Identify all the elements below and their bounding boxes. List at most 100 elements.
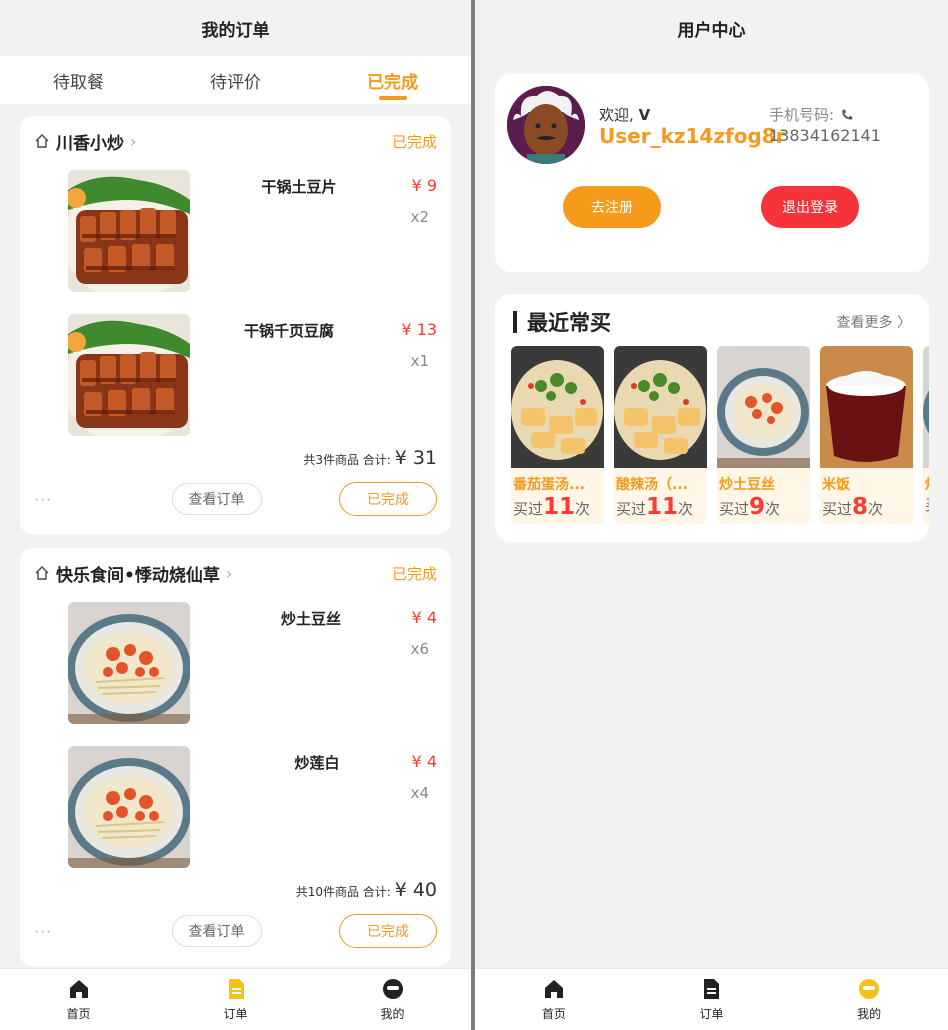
document-icon xyxy=(704,979,720,999)
shop-name: 川香小炒 xyxy=(56,133,124,154)
phone-number: 13834162141 xyxy=(769,126,881,145)
dish-image xyxy=(820,346,913,468)
count-prefix: 买过 xyxy=(719,500,750,518)
dish-image xyxy=(511,346,604,468)
tabbar-home[interactable]: 首页 xyxy=(39,977,119,1022)
tabbar-orders[interactable]: 订单 xyxy=(196,977,276,1022)
bottom-tabbar: 首页 订单 我的 xyxy=(475,968,948,1030)
recent-item[interactable]: 酸辣汤（... 买过11次 xyxy=(614,346,707,524)
order-item: 干锅土豆片 ¥ 9 x2 xyxy=(34,156,437,300)
page-title: 用户中心 xyxy=(475,0,948,56)
recent-item-name: 番茄蛋汤... xyxy=(513,477,585,493)
more-icon[interactable]: ··· xyxy=(34,490,94,509)
dish-price: ¥ 4 xyxy=(411,752,437,771)
recent-item-name: 炒 xyxy=(923,468,929,494)
user-center-screen: 用户中心 欢迎, V User_kz14zfog8r 手机号码: 1383416… xyxy=(475,0,948,1030)
dish-price: ¥ 13 xyxy=(401,320,437,339)
recent-item-count: 买过8次 xyxy=(820,494,913,524)
completed-button[interactable]: 已完成 xyxy=(339,914,437,948)
order-status: 已完成 xyxy=(391,132,437,151)
home-icon xyxy=(69,980,88,998)
tabbar-orders[interactable]: 订单 xyxy=(671,977,751,1022)
dish-image xyxy=(614,346,707,468)
recent-item[interactable]: 米饭 买过8次 xyxy=(820,346,913,524)
recent-list[interactable]: 番茄蛋汤... 买过11次 酸辣汤（... 买过11次 炒土豆丝 买过9次 米饭… xyxy=(511,346,929,524)
count-suffix: 次 xyxy=(868,500,884,518)
logout-button[interactable]: 退出登录 xyxy=(761,186,859,228)
dish-price: ¥ 9 xyxy=(411,176,437,195)
order-item: 干锅千页豆腐 ¥ 13 x1 xyxy=(34,300,437,444)
order-header: 川香小炒 › 已完成 xyxy=(34,126,437,156)
recent-item-name: 酸辣汤（... xyxy=(616,477,688,493)
count-suffix: 次 xyxy=(678,500,694,518)
tabbar-home[interactable]: 首页 xyxy=(514,977,594,1022)
chevron-right-icon: › xyxy=(130,131,137,151)
dish-image[interactable] xyxy=(68,314,190,436)
recent-item-count: 买 xyxy=(923,494,929,519)
count-number: 11 xyxy=(543,494,576,520)
shop-link[interactable]: 川香小炒 › xyxy=(34,129,136,154)
dish-image[interactable] xyxy=(68,602,190,724)
recent-item[interactable]: 炒土豆丝 买过9次 xyxy=(717,346,810,524)
tabbar-label: 订单 xyxy=(699,1007,724,1021)
register-button[interactable]: 去注册 xyxy=(563,186,661,228)
recent-item-name: 炒土豆丝 xyxy=(719,477,775,493)
view-order-button[interactable]: 查看订单 xyxy=(171,483,262,515)
store-icon xyxy=(35,566,49,580)
dish-image[interactable] xyxy=(68,746,190,868)
tabbar-label: 我的 xyxy=(857,1007,882,1021)
view-order-button[interactable]: 查看订单 xyxy=(171,915,262,947)
more-icon[interactable]: ··· xyxy=(34,922,94,941)
tabbar-mine[interactable]: 我的 xyxy=(353,977,433,1022)
dish-quantity: x2 xyxy=(410,208,429,226)
tabbar-mine[interactable]: 我的 xyxy=(829,977,909,1022)
order-list[interactable]: 川香小炒 › 已完成 干锅土豆片 ¥ 9 x2 干锅千页豆腐 ¥ 13 x1 共… xyxy=(0,116,471,968)
page-title: 我的订单 xyxy=(0,0,471,56)
tab-pending-pickup[interactable]: 待取餐 xyxy=(39,56,118,104)
screen: 我的订单 待取餐 待评价 已完成 川香小炒 › 已完成 干锅土豆片 ¥ 9 x2… xyxy=(0,0,948,1030)
tab-pending-review[interactable]: 待评价 xyxy=(196,56,275,104)
recent-item[interactable]: 番茄蛋汤... 买过11次 xyxy=(511,346,604,524)
shop-link[interactable]: 快乐食间•悸动烧仙草 › xyxy=(34,561,232,586)
tabbar-label: 首页 xyxy=(66,1007,91,1021)
recent-header: 最近常买 查看更多 〉 xyxy=(495,294,929,350)
tab-completed[interactable]: 已完成 xyxy=(353,56,432,104)
welcome-prefix: 欢迎, xyxy=(599,106,634,124)
chevron-right-icon: › xyxy=(225,563,233,583)
phone-label-text: 手机号码: xyxy=(769,106,835,124)
dish-image xyxy=(923,346,929,468)
count-prefix: 买过 xyxy=(513,500,544,518)
completed-button[interactable]: 已完成 xyxy=(339,482,437,516)
recent-title: 最近常买 xyxy=(513,307,611,337)
tabbar-label: 首页 xyxy=(541,1007,566,1021)
recent-item-name: 米饭 xyxy=(822,477,850,493)
recent-item-count: 买过9次 xyxy=(717,494,810,524)
welcome-text: 欢迎, V xyxy=(599,104,650,125)
count-prefix: 买 xyxy=(925,496,929,514)
phone-icon xyxy=(842,109,853,120)
store-icon xyxy=(35,134,49,148)
welcome-name: V xyxy=(638,106,651,124)
order-card: 快乐食间•悸动烧仙草 › 已完成 炒土豆丝 ¥ 4 x6 炒莲白 ¥ 4 x4 … xyxy=(20,548,451,966)
user-icon xyxy=(382,979,403,999)
order-summary: 共10件商品 合计: xyxy=(295,885,391,899)
recent-item[interactable]: 炒 买 xyxy=(923,346,929,524)
order-item: 炒莲白 ¥ 4 x4 xyxy=(34,732,437,876)
count-prefix: 买过 xyxy=(616,500,647,518)
recent-item-count: 买过11次 xyxy=(511,494,604,524)
order-amount: ¥ 31 xyxy=(394,447,437,469)
dish-name: 干锅土豆片 xyxy=(261,178,337,196)
order-total: 共10件商品 合计: ¥ 40 xyxy=(34,876,437,908)
order-card: 川香小炒 › 已完成 干锅土豆片 ¥ 9 x2 干锅千页豆腐 ¥ 13 x1 共… xyxy=(20,116,451,534)
see-more-link[interactable]: 查看更多 〉 xyxy=(837,312,911,332)
count-suffix: 次 xyxy=(765,500,781,518)
username: User_kz14zfog8r xyxy=(599,124,786,148)
avatar[interactable] xyxy=(507,86,585,164)
home-icon xyxy=(544,980,563,998)
count-number: 8 xyxy=(852,494,869,520)
document-icon xyxy=(228,979,244,999)
count-number: 11 xyxy=(646,494,679,520)
phone-label: 手机号码: xyxy=(769,104,854,125)
dish-image[interactable] xyxy=(68,170,190,292)
order-actions: ··· 查看订单 已完成 xyxy=(34,908,437,954)
